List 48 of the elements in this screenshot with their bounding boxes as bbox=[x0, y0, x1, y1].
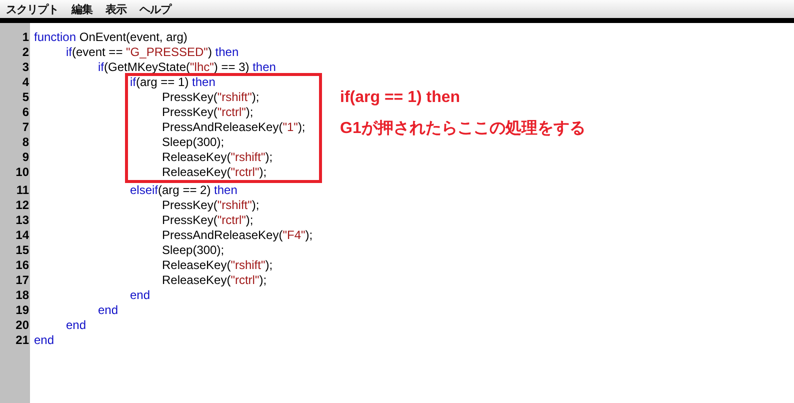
line-number: 11 bbox=[15, 183, 30, 198]
code-line: ReleaseKey("rctrl"); bbox=[161, 165, 267, 180]
line-number: 19 bbox=[14, 303, 30, 318]
line-number: 7 bbox=[21, 120, 30, 135]
code-line: end bbox=[97, 303, 118, 318]
code-line: ReleaseKey("rshift"); bbox=[161, 258, 273, 273]
line-number: 18 bbox=[14, 288, 30, 303]
code-line: elseif(arg == 2) then bbox=[129, 183, 238, 198]
code-line: PressAndReleaseKey("1"); bbox=[161, 120, 306, 135]
code-line: PressKey("rshift"); bbox=[161, 90, 260, 105]
line-number: 1 bbox=[21, 30, 30, 45]
code-line: end bbox=[34, 333, 54, 348]
line-number: 3 bbox=[21, 60, 30, 75]
line-number: 14 bbox=[14, 228, 30, 243]
line-number: 2 bbox=[21, 45, 30, 60]
line-number: 13 bbox=[14, 213, 30, 228]
annotation-text: if(arg == 1) then bbox=[340, 88, 462, 107]
code-line: Sleep(300); bbox=[161, 243, 224, 258]
menu-item[interactable]: スクリプト bbox=[4, 2, 70, 16]
line-number: 12 bbox=[14, 198, 30, 213]
line-number: 5 bbox=[21, 90, 30, 105]
code-line: PressKey("rctrl"); bbox=[161, 213, 254, 228]
code-line: PressKey("rctrl"); bbox=[161, 105, 254, 120]
code-line: end bbox=[65, 318, 86, 333]
line-number: 10 bbox=[14, 165, 30, 180]
line-number: 16 bbox=[14, 258, 30, 273]
line-number: 9 bbox=[21, 150, 30, 165]
line-number: 8 bbox=[21, 135, 30, 150]
code-line: if(event == "G_PRESSED") then bbox=[65, 45, 239, 60]
annotation-text: G1が押されたらここの処理をする bbox=[340, 119, 586, 138]
line-number: 21 bbox=[14, 333, 30, 348]
code-line: ReleaseKey("rshift"); bbox=[161, 150, 273, 165]
code-line: ReleaseKey("rctrl"); bbox=[161, 273, 267, 288]
code-line: PressAndReleaseKey("F4"); bbox=[161, 228, 313, 243]
line-number: 17 bbox=[14, 273, 30, 288]
menu-item[interactable]: 表示 bbox=[104, 2, 138, 16]
code-line: Sleep(300); bbox=[161, 135, 224, 150]
code-line: PressKey("rshift"); bbox=[161, 198, 260, 213]
code-line: if(GetMKeyState("lhc") == 3) then bbox=[97, 60, 276, 75]
line-number: 15 bbox=[14, 243, 30, 258]
line-number: 20 bbox=[14, 318, 30, 333]
code-line: if(arg == 1) then bbox=[129, 75, 216, 90]
menu-item[interactable]: ヘルプ bbox=[138, 2, 182, 16]
code-line: function OnEvent(event, arg) bbox=[34, 30, 188, 45]
code-line: end bbox=[129, 288, 150, 303]
line-number: 6 bbox=[21, 105, 30, 120]
menu-item[interactable]: 編集 bbox=[70, 2, 104, 16]
line-number: 4 bbox=[21, 75, 30, 90]
